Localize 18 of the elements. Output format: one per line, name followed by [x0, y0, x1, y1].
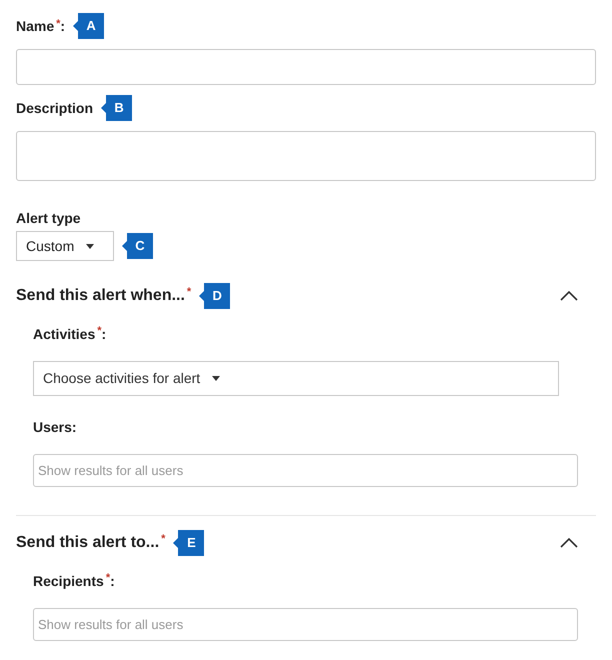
caret-icon — [86, 244, 94, 248]
users-search-field[interactable]: Show results for all users — [33, 454, 578, 487]
users-search-field[interactable]: Show results for all users — [33, 608, 578, 641]
field-label: Alert type — [16, 210, 81, 226]
field-label: Activities*: — [33, 326, 106, 342]
field-label: Description — [16, 98, 94, 118]
name-input-field[interactable] — [16, 49, 596, 85]
field-label: Users: — [33, 419, 77, 435]
field-label: Recipients*: — [33, 573, 115, 589]
alert-type-dropdown[interactable]: Custom — [16, 231, 114, 261]
activities-dropdown[interactable]: Choose activities for alert — [33, 361, 559, 396]
field-label: Send this alert when...* — [16, 285, 192, 306]
chevron-up-icon[interactable] — [560, 538, 578, 548]
field-label: Name*: — [16, 16, 66, 36]
caret-icon — [212, 376, 220, 381]
chevron-up-icon[interactable] — [560, 291, 578, 301]
description-input-field[interactable] — [16, 131, 596, 181]
field-label: Send this alert to...* — [16, 532, 166, 553]
